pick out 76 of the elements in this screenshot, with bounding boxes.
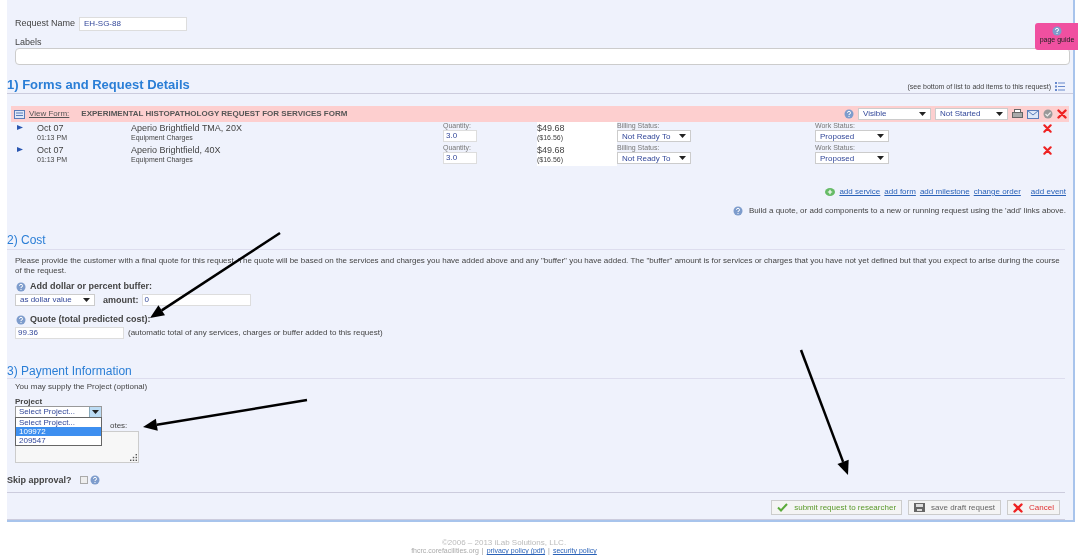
buffer-type-select[interactable]: as dollar value — [15, 294, 95, 307]
section-heading: 2) Cost — [7, 233, 46, 247]
field-label: Add dollar or percent buffer: — [30, 280, 152, 293]
dropdown-option[interactable]: Select Project... — [16, 417, 101, 427]
quantity-field[interactable]: 3.0 — [443, 130, 477, 142]
caret-icon — [996, 112, 1003, 116]
quantity-field[interactable]: 3.0 — [443, 152, 477, 164]
help-icon[interactable] — [16, 281, 26, 292]
add-link[interactable]: add service — [839, 186, 881, 198]
add-icon — [825, 188, 836, 196]
field-label: Quote (total predicted cost): — [30, 313, 151, 326]
caret-icon — [877, 156, 884, 160]
payment-intro: You may supply the Project (optional) — [14, 380, 148, 393]
work-status-select[interactable]: Proposed — [815, 130, 889, 142]
field-label: Skip approval? — [7, 473, 72, 487]
quote-field[interactable]: 99.36 — [15, 326, 124, 339]
item-name: Aperio Brightfield TMA, 20X — [131, 124, 242, 133]
add-link[interactable]: change order — [973, 186, 1021, 198]
form-title: EXPERIMENTAL HISTOPATHOLOGY REQUEST FOR SERVICES FORM — [81, 108, 348, 120]
save-icon — [914, 503, 926, 512]
copyright-text: ©2006 – 2013 iLab Solutions, LLC. — [441, 538, 567, 547]
request-name-field[interactable]: EH-SG-88 — [79, 17, 188, 31]
visibility-select[interactable]: Visible — [858, 108, 931, 120]
delete-icon[interactable] — [1043, 146, 1052, 155]
check-circle-icon[interactable] — [1043, 109, 1053, 119]
print-icon[interactable] — [1012, 109, 1023, 119]
close-icon — [1013, 502, 1024, 513]
view-form-link[interactable]: View Form: — [29, 108, 70, 120]
help-icon[interactable] — [1052, 26, 1062, 36]
item-date: Oct 07 — [37, 146, 64, 155]
help-icon[interactable] — [844, 109, 854, 119]
add-link[interactable]: add milestone — [919, 186, 970, 198]
add-link[interactable]: add event — [1030, 186, 1066, 198]
quote-note: (automatic total of any services, charges or buffer added to this request) — [128, 326, 383, 339]
section-heading: 3) Payment Information — [7, 363, 132, 378]
project-select[interactable]: Select Project... — [15, 405, 102, 418]
info-text: Build a quote, or add components to a new or running request using the 'add' links above. — [748, 205, 1066, 217]
caret-icon — [679, 134, 686, 138]
field-label: amount: — [103, 293, 139, 307]
check-icon — [777, 503, 789, 512]
caret-icon — [679, 156, 686, 160]
expand-arrow-icon[interactable] — [17, 147, 23, 152]
section-heading: 1) Forms and Request Details — [7, 77, 190, 92]
save-button[interactable]: save draft request — [908, 500, 1002, 515]
billing-status-select[interactable]: Not Ready To — [617, 152, 691, 164]
amount-field[interactable]: 0 — [141, 294, 251, 307]
cancel-button[interactable]: Cancel — [1007, 500, 1060, 515]
help-icon[interactable] — [89, 475, 100, 486]
resize-grip-icon — [130, 453, 137, 461]
work-status-select[interactable]: Proposed — [815, 152, 889, 164]
mail-icon[interactable] — [1027, 109, 1039, 119]
caret-icon — [877, 134, 884, 138]
help-icon[interactable] — [732, 206, 743, 216]
labels-field[interactable] — [15, 48, 1070, 65]
item-name: Aperio Brightfield, 40X — [131, 146, 221, 155]
help-icon[interactable] — [16, 314, 26, 325]
field-label: Request Name — [15, 17, 76, 31]
form-icon — [14, 109, 25, 119]
caret-icon — [92, 409, 99, 414]
billing-status-select[interactable]: Not Ready To — [617, 130, 691, 142]
delete-icon[interactable] — [1043, 124, 1052, 133]
delete-icon[interactable] — [1057, 109, 1067, 119]
item-price: $49.68 — [537, 146, 565, 155]
status-select[interactable]: Not Started — [935, 108, 1008, 120]
item-date: Oct 07 — [37, 124, 64, 133]
caret-icon — [83, 298, 90, 303]
caret-icon — [919, 112, 926, 116]
add-link[interactable]: add form — [884, 186, 916, 198]
item-price: $49.68 — [537, 124, 565, 133]
dropdown-option[interactable]: 209547 — [16, 435, 101, 445]
skip-approval-checkbox[interactable] — [79, 476, 88, 485]
expand-arrow-icon[interactable] — [17, 125, 23, 130]
field-label: otes: — [110, 419, 128, 432]
list-icon[interactable] — [1055, 82, 1065, 92]
field-label: Labels — [14, 37, 42, 47]
field-label: Project — [14, 396, 43, 406]
